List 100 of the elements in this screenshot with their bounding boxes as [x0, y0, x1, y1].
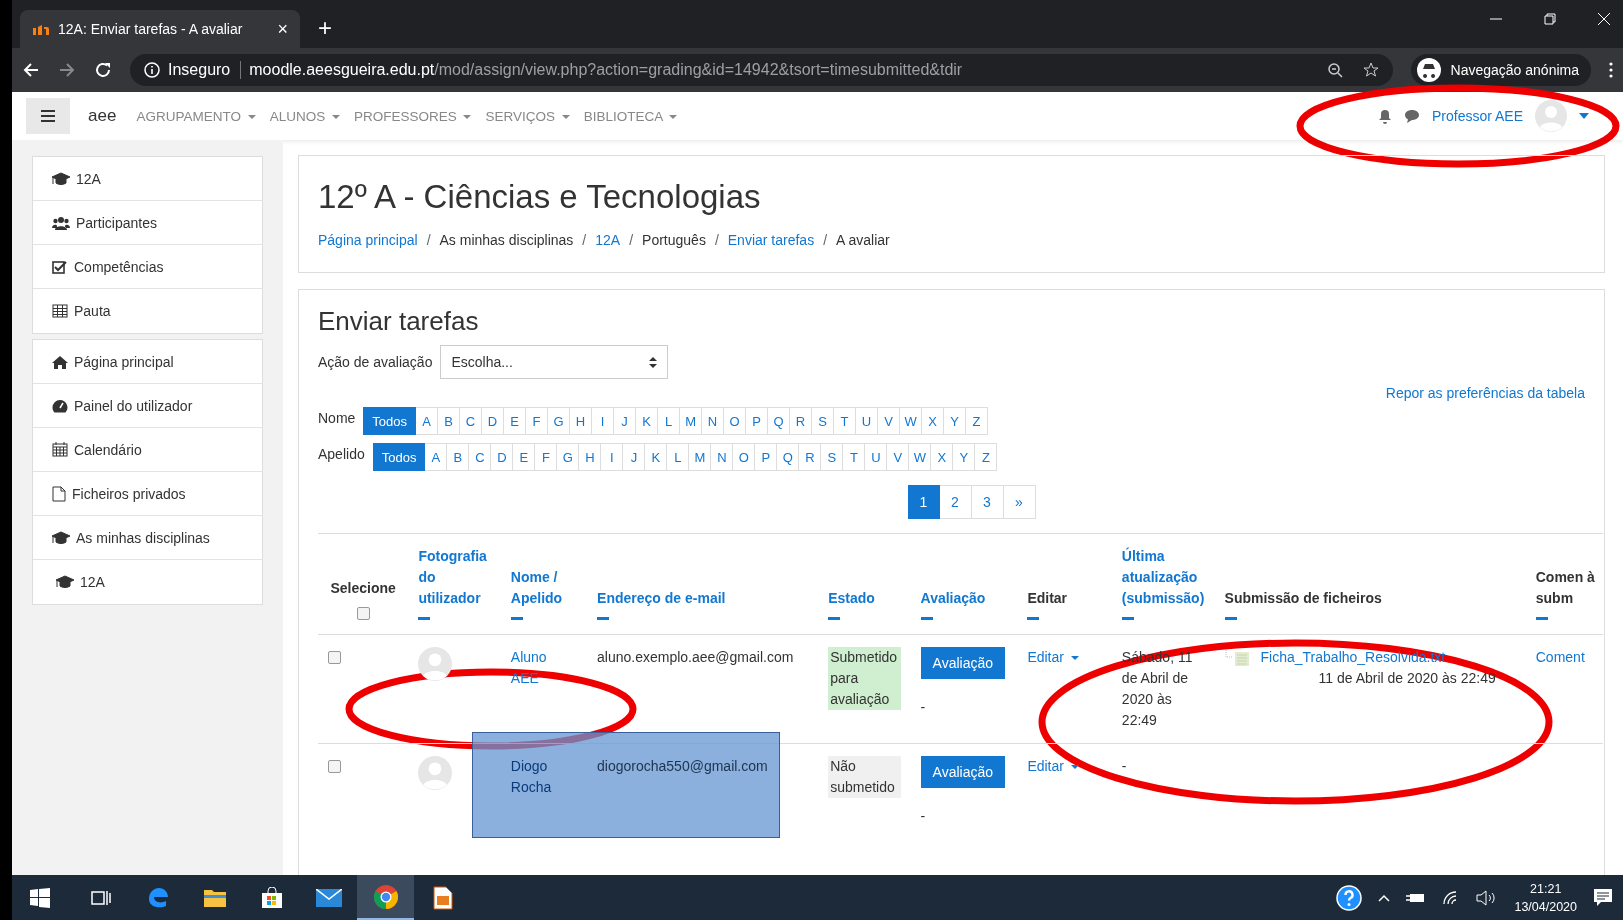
letter-filter[interactable]: I: [601, 443, 624, 471]
letter-filter[interactable]: P: [746, 407, 769, 435]
letter-filter[interactable]: Y: [944, 407, 967, 435]
letter-filter[interactable]: U: [856, 407, 879, 435]
sidebar-item[interactable]: Pauta: [33, 289, 262, 333]
page-link[interactable]: »: [1003, 485, 1036, 519]
letter-filter[interactable]: Z: [975, 443, 998, 471]
tab-close-button[interactable]: ×: [277, 18, 288, 40]
letter-filter[interactable]: V: [878, 407, 901, 435]
letter-filter[interactable]: B: [447, 443, 470, 471]
letter-filter[interactable]: V: [887, 443, 910, 471]
letter-filter[interactable]: L: [667, 443, 690, 471]
new-tab-button[interactable]: +: [318, 14, 332, 42]
sidebar-item[interactable]: Participantes: [33, 201, 262, 245]
reset-table-link[interactable]: Repor as preferências da tabela: [1385, 385, 1585, 401]
column-header[interactable]: Estado: [828, 588, 875, 609]
grading-action-select[interactable]: Escolha...: [440, 345, 669, 379]
sidebar-item[interactable]: Painel do utilizador: [33, 384, 262, 428]
letter-filter[interactable]: J: [614, 407, 637, 435]
column-header[interactable]: Fotografia do utilizador: [418, 546, 491, 609]
letter-filter[interactable]: R: [790, 407, 813, 435]
clock-date[interactable]: 13/04/2020: [1514, 897, 1577, 916]
letter-filter[interactable]: C: [460, 407, 483, 435]
page-link[interactable]: 3: [971, 485, 1004, 519]
letter-filter[interactable]: D: [491, 443, 514, 471]
letter-filter[interactable]: I: [592, 407, 615, 435]
nav-menu[interactable]: ALUNOS: [269, 108, 340, 124]
breadcrumb-item[interactable]: Enviar tarefas: [727, 232, 815, 248]
student-name-link[interactable]: Diogo Rocha: [510, 756, 578, 798]
letter-filter[interactable]: W: [909, 443, 932, 471]
letter-filter[interactable]: W: [900, 407, 923, 435]
letter-filter[interactable]: K: [645, 443, 668, 471]
nav-menu[interactable]: AGRUPAMENTO: [136, 108, 256, 124]
letter-filter[interactable]: P: [755, 443, 778, 471]
letter-filter[interactable]: O: [724, 407, 747, 435]
nav-menu[interactable]: PROFESSORES: [353, 108, 472, 124]
page-link[interactable]: 1: [907, 485, 940, 519]
letter-filter[interactable]: Z: [966, 407, 989, 435]
letter-filter[interactable]: G: [557, 443, 580, 471]
letter-filter[interactable]: N: [711, 443, 734, 471]
letter-filter[interactable]: K: [636, 407, 659, 435]
letter-filter[interactable]: L: [658, 407, 681, 435]
letter-filter[interactable]: E: [504, 407, 527, 435]
sidebar-item[interactable]: Calendário: [33, 428, 262, 472]
column-header[interactable]: Avaliação: [920, 588, 986, 609]
letter-filter[interactable]: T: [843, 443, 866, 471]
letter-filter[interactable]: H: [579, 443, 602, 471]
site-name[interactable]: aee: [88, 106, 117, 126]
letter-filter[interactable]: G: [548, 407, 571, 435]
sidebar-item[interactable]: Página principal: [33, 340, 262, 384]
letter-filter[interactable]: B: [438, 407, 461, 435]
nav-menu[interactable]: SERVIÇOS: [485, 108, 570, 124]
page-link[interactable]: 2: [939, 485, 972, 519]
sidebar-item[interactable]: As minhas disciplinas: [33, 516, 262, 560]
breadcrumb-item[interactable]: 12A: [595, 232, 621, 248]
letter-filter[interactable]: Q: [777, 443, 800, 471]
user-menu[interactable]: Professor AEE: [1431, 108, 1523, 124]
letter-filter[interactable]: Q: [768, 407, 791, 435]
letter-filter[interactable]: F: [526, 407, 549, 435]
letter-filter[interactable]: U: [865, 443, 888, 471]
letter-filter[interactable]: T: [834, 407, 857, 435]
incognito-badge[interactable]: Navegação anónima: [1410, 54, 1591, 86]
letter-filter[interactable]: S: [821, 443, 844, 471]
clock-time[interactable]: 21:21: [1530, 879, 1562, 898]
sidebar-item[interactable]: Ficheiros privados: [33, 472, 262, 516]
column-header: Editar: [1027, 589, 1068, 608]
sidebar-item[interactable]: 12A: [33, 560, 262, 604]
letter-filter[interactable]: C: [469, 443, 492, 471]
sidebar-item[interactable]: 12A: [33, 157, 262, 201]
letter-filter[interactable]: E: [513, 443, 536, 471]
letter-filter[interactable]: A: [425, 443, 448, 471]
letter-filter[interactable]: Todos: [363, 407, 417, 435]
letter-filter[interactable]: H: [570, 407, 593, 435]
letter-filter[interactable]: R: [799, 443, 822, 471]
breadcrumb-item[interactable]: Página principal: [318, 232, 418, 248]
edit-menu[interactable]: Editar: [1027, 649, 1079, 665]
letter-filter[interactable]: F: [535, 443, 558, 471]
letter-filter[interactable]: O: [733, 443, 756, 471]
letter-filter[interactable]: S: [812, 407, 835, 435]
edit-menu[interactable]: Editar: [1027, 758, 1079, 774]
letter-filter[interactable]: Y: [953, 443, 976, 471]
column-header[interactable]: Endereço de e-mail: [597, 588, 726, 609]
column-header[interactable]: Última atualização (submissão): [1121, 546, 1205, 609]
letter-filter[interactable]: X: [931, 443, 954, 471]
column-header[interactable]: Nome / Apelido: [510, 567, 578, 609]
letter-filter[interactable]: A: [416, 407, 439, 435]
grade-button[interactable]: Avaliação: [920, 647, 1005, 679]
letter-filter[interactable]: M: [680, 407, 703, 435]
letter-filter[interactable]: Todos: [372, 443, 426, 471]
address-bar[interactable]: Inseguro moodle.aeesgueira.edu.pt/mod/assign/view.php?action=grading&id=14942&tsort=timesubmitted&tdir: [130, 54, 1393, 86]
letter-filter[interactable]: X: [922, 407, 945, 435]
nav-menu[interactable]: BIBLIOTECA: [583, 108, 678, 124]
browser-tab[interactable]: 12A: Enviar tarefas - A avaliar ×: [20, 10, 300, 48]
sidebar-item[interactable]: Competências: [33, 245, 262, 289]
letter-filter[interactable]: D: [482, 407, 505, 435]
letter-filter[interactable]: N: [702, 407, 725, 435]
comments-link[interactable]: Coment: [1535, 649, 1585, 665]
letter-filter[interactable]: J: [623, 443, 646, 471]
letter-filter[interactable]: M: [689, 443, 712, 471]
grade-button[interactable]: Avaliação: [920, 756, 1005, 788]
